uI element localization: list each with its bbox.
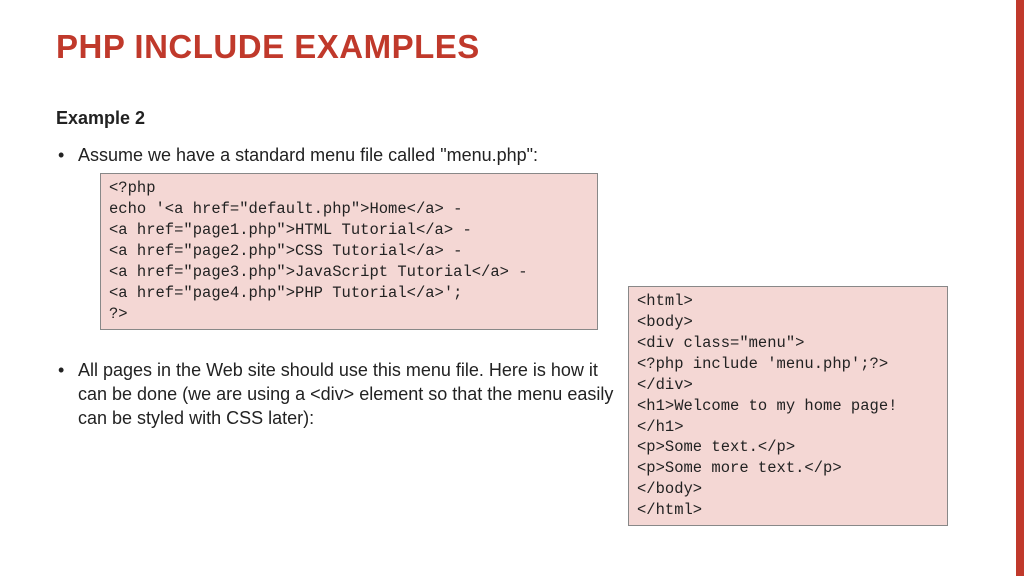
bullet-text-2: All pages in the Web site should use thi… — [78, 360, 613, 429]
code-block-page-html: <html> <body> <div class="menu"> <?php i… — [628, 286, 948, 526]
bullet-item-2: All pages in the Web site should use thi… — [56, 358, 616, 431]
slide-content: PHP INCLUDE EXAMPLES Example 2 Assume we… — [0, 0, 1024, 576]
bullet-text-1: Assume we have a standard menu file call… — [78, 145, 538, 165]
accent-bar — [1016, 0, 1024, 576]
slide-title: PHP INCLUDE EXAMPLES — [56, 28, 968, 66]
example-subheading: Example 2 — [56, 108, 968, 129]
code-block-menu-php: <?php echo '<a href="default.php">Home</… — [100, 173, 598, 329]
